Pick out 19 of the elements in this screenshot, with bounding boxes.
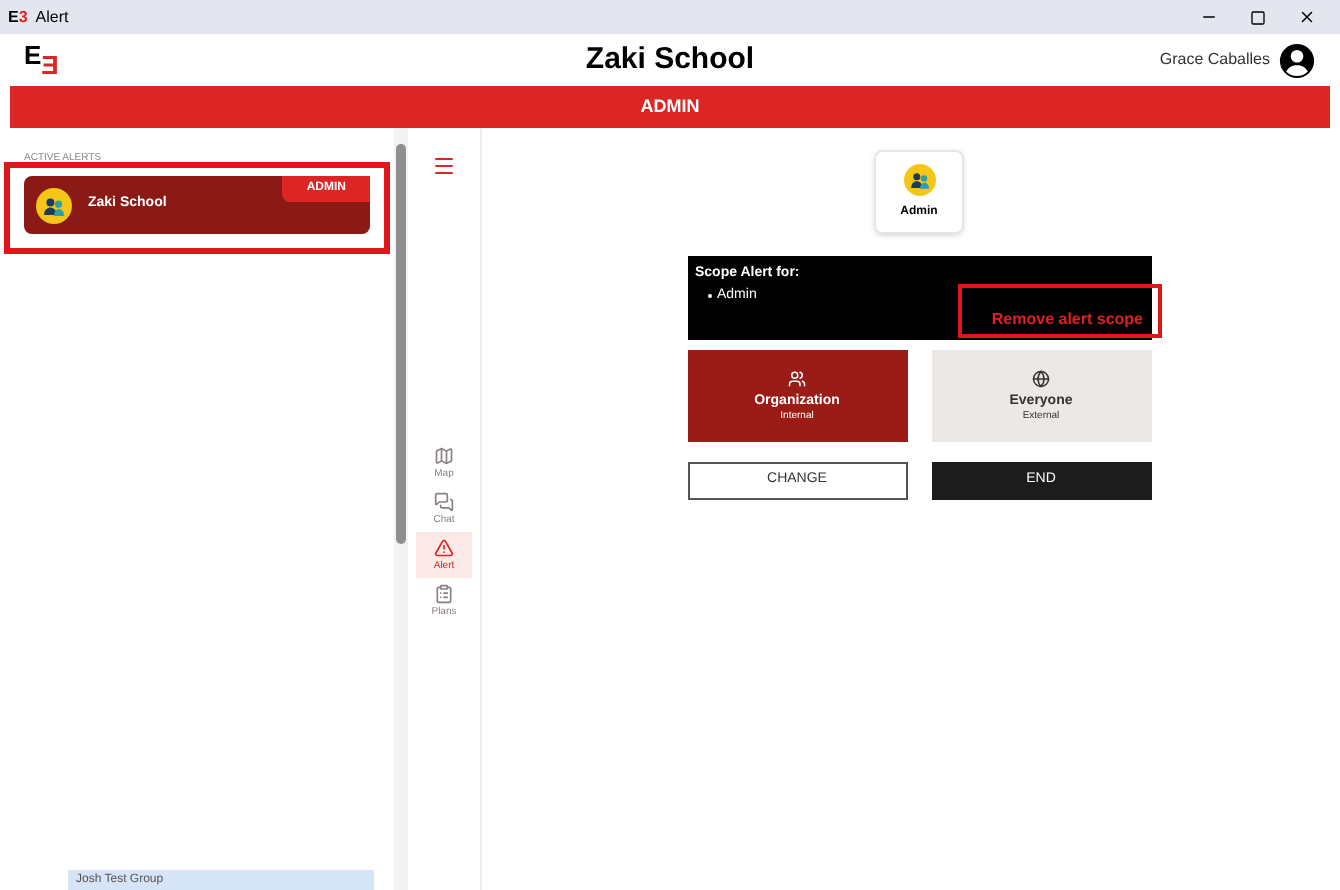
group-avatar-icon — [903, 163, 935, 195]
globe-icon — [1032, 369, 1050, 387]
user-avatar-icon[interactable] — [1278, 41, 1316, 79]
role-banner: ADMIN — [10, 86, 1330, 128]
chat-bubbles-icon — [434, 492, 454, 512]
clipboard-icon — [434, 584, 454, 604]
page-title: Zaki School — [585, 39, 755, 80]
map-icon — [434, 446, 454, 466]
window-title: Alert — [35, 5, 69, 29]
user-name: Grace Caballes — [1159, 48, 1270, 72]
close-icon[interactable] — [1298, 8, 1316, 26]
remove-scope-link[interactable]: Remove alert scope — [991, 308, 1143, 332]
app-logo: E3 — [8, 9, 28, 25]
group-avatar-icon — [36, 187, 72, 223]
people-icon — [788, 369, 806, 387]
maximize-icon[interactable] — [1250, 9, 1266, 25]
warning-icon — [434, 538, 454, 558]
menu-icon[interactable] — [432, 154, 456, 178]
logo: EƎ — [24, 42, 59, 78]
